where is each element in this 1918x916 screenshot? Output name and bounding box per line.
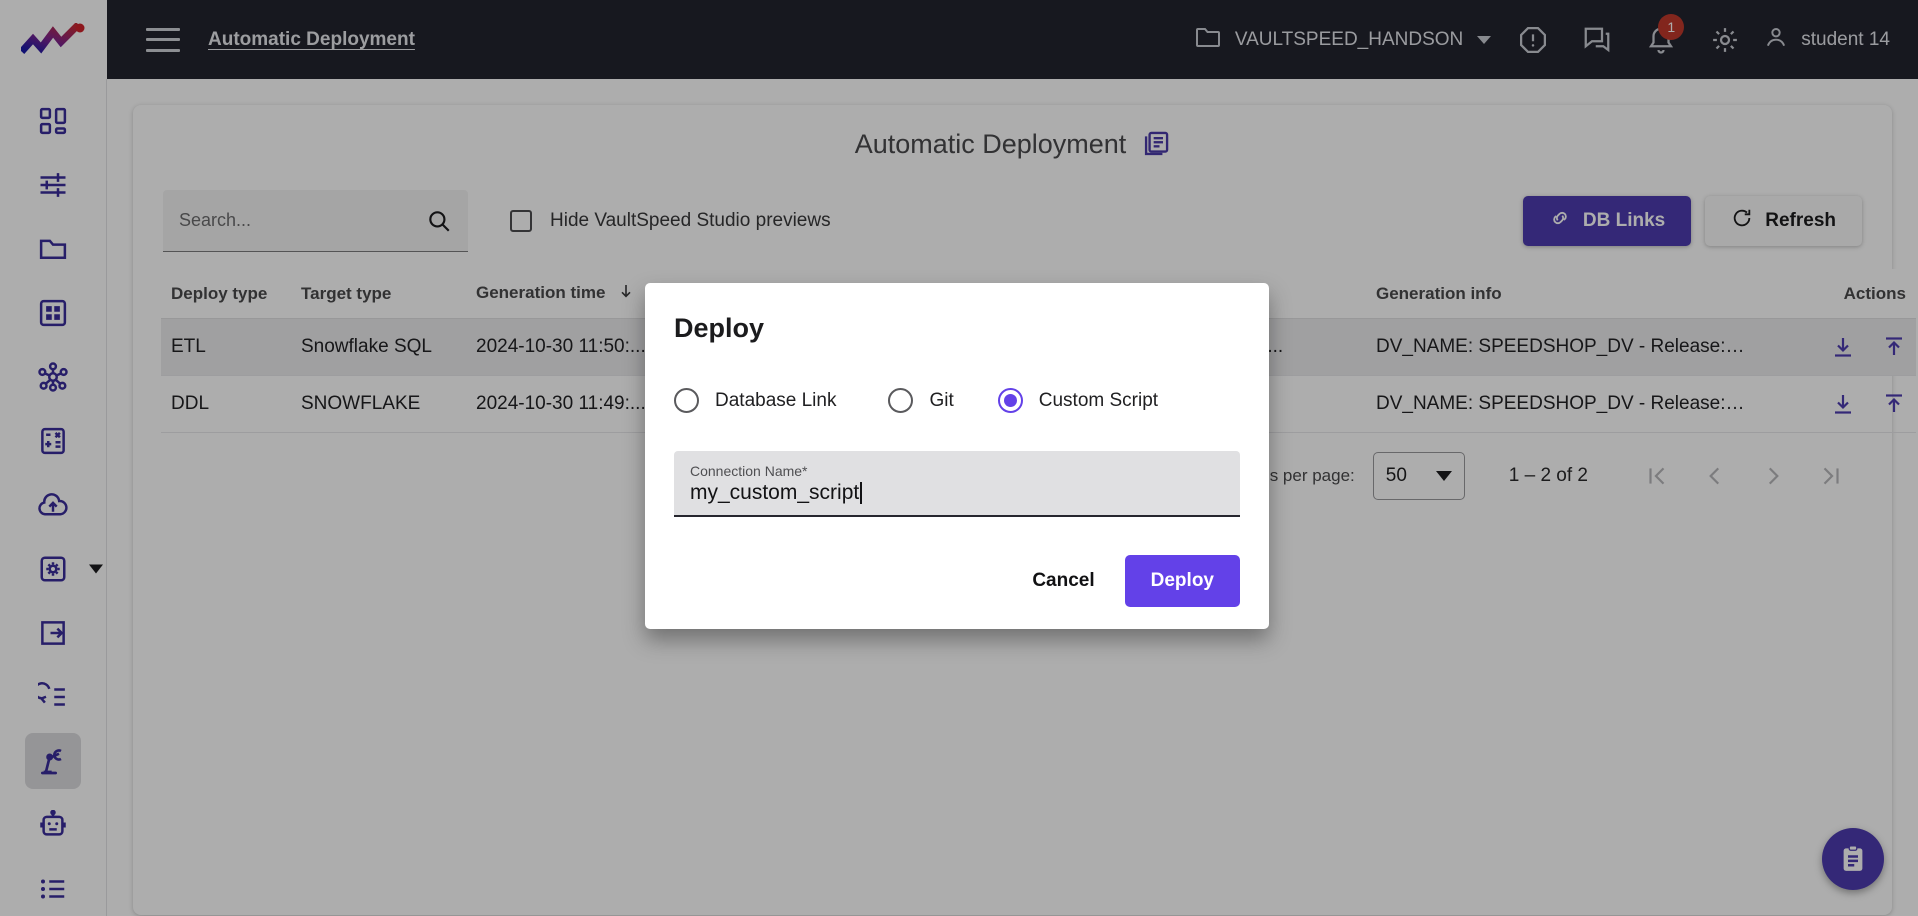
radio-circle[interactable] (674, 388, 699, 413)
connection-name-field[interactable]: Connection Name* my_custom_script (674, 451, 1240, 517)
radio-circle-selected[interactable] (997, 388, 1023, 413)
dialog-actions: Cancel Deploy (674, 555, 1240, 607)
cancel-button[interactable]: Cancel (1010, 555, 1116, 607)
connection-name-label: Connection Name* (690, 463, 808, 479)
radio-label: Custom Script (1038, 389, 1159, 411)
radio-option-git[interactable]: Git (888, 388, 954, 413)
deploy-button[interactable]: Deploy (1124, 555, 1240, 607)
app-root: Automatic Deployment VAULTSPEED_HANDSON (0, 0, 1918, 916)
deploy-dialog: Deploy Database Link Git Custom Script C… (645, 283, 1269, 629)
radio-option-custom-script[interactable]: Custom Script (997, 388, 1159, 413)
connection-name-input[interactable]: my_custom_script (690, 481, 859, 505)
radio-option-database-link[interactable]: Database Link (674, 388, 836, 413)
dialog-title: Deploy (674, 313, 765, 343)
radio-label: Database Link (715, 389, 837, 411)
radio-circle[interactable] (888, 388, 914, 413)
connection-name-value-wrap[interactable]: my_custom_script (690, 481, 1224, 505)
text-caret (860, 482, 862, 504)
deploy-type-radio-group: Database Link Git Custom Script (674, 388, 1240, 413)
radio-label: Git (929, 389, 954, 411)
